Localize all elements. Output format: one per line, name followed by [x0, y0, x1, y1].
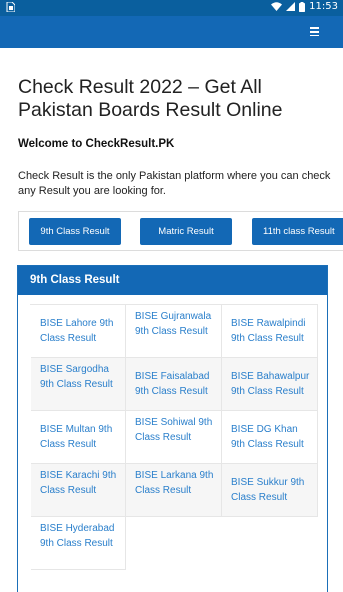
welcome-heading: Welcome to CheckResult.PK: [18, 138, 175, 150]
intro-text: Check Result is the only Pakistan platfo…: [18, 170, 331, 197]
link-bise-rawalpindi[interactable]: BISE Rawalpindi 9th Class Result: [222, 305, 318, 358]
result-links-grid: BISE Lahore 9th Class Result BISE Gujran…: [30, 304, 318, 570]
tab-9th-class-result[interactable]: 9th Class Result: [29, 218, 121, 245]
wifi-icon: [271, 2, 283, 11]
card-title: 9th Class Result: [18, 266, 327, 295]
result-tabs-scroller[interactable]: 9th Class Result Matric Result 11th clas…: [18, 211, 343, 251]
sim-card-icon: [6, 2, 15, 12]
link-bise-sohiwal[interactable]: BISE Sohiwal 9th Class Result: [126, 411, 222, 464]
app-bar: [0, 16, 343, 48]
page-title: Check Result 2022 – Get All Pakistan Boa…: [18, 76, 283, 121]
clock: 11:53: [309, 1, 338, 12]
link-bise-faisalabad[interactable]: BISE Faisalabad 9th Class Result: [126, 358, 222, 411]
link-bise-lahore[interactable]: BISE Lahore 9th Class Result: [31, 305, 126, 358]
link-bise-multan[interactable]: BISE Multan 9th Class Result: [31, 411, 126, 464]
signal-icon: [286, 2, 296, 11]
link-bise-karachi[interactable]: BISE Karachi 9th Class Result: [31, 464, 126, 517]
link-bise-sargodha[interactable]: BISE Sargodha 9th Class Result: [31, 358, 126, 411]
link-bise-hyderabad[interactable]: BISE Hyderabad 9th Class Result: [31, 517, 126, 570]
battery-icon: [299, 1, 306, 12]
link-bise-larkana[interactable]: BISE Larkana 9th Class Result: [126, 464, 222, 517]
tab-11th-class-result[interactable]: 11th class Result: [252, 218, 343, 245]
hamburger-menu-icon[interactable]: [307, 25, 321, 39]
link-bise-bahawalpur[interactable]: BISE Bahawalpur 9th Class Result: [222, 358, 318, 411]
tab-matric-result[interactable]: Matric Result: [140, 218, 232, 245]
ninth-class-result-card: 9th Class Result BISE Lahore 9th Class R…: [17, 265, 328, 592]
link-bise-sukkur[interactable]: BISE Sukkur 9th Class Result: [222, 464, 318, 517]
status-bar: 11:53: [0, 0, 343, 16]
link-bise-gujranwala[interactable]: BISE Gujranwala 9th Class Result: [126, 305, 222, 358]
link-bise-dg-khan[interactable]: BISE DG Khan 9th Class Result: [222, 411, 318, 464]
